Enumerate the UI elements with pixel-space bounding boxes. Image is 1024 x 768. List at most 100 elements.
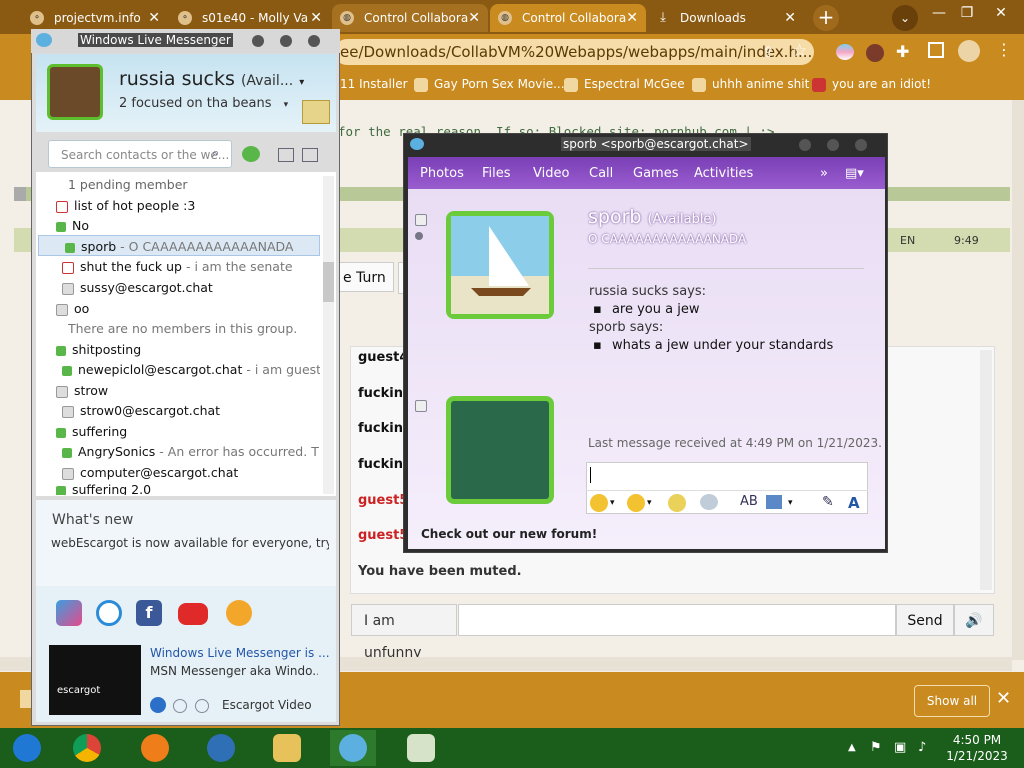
- puzzle-icon[interactable]: ✚: [896, 42, 909, 61]
- chevron-down-icon[interactable]: ▾: [284, 100, 289, 110]
- layout-icon[interactable]: [278, 148, 294, 162]
- close-window-button[interactable]: ✕: [990, 2, 1012, 24]
- group-header[interactable]: suffering: [56, 421, 346, 442]
- messenger-taskbar-button[interactable]: [330, 730, 376, 766]
- nudge-icon[interactable]: [668, 494, 686, 512]
- scroll-left-icon[interactable]: [14, 187, 26, 201]
- collapse-icon[interactable]: [415, 214, 427, 226]
- facebook-icon[interactable]: f: [136, 600, 162, 626]
- start-button[interactable]: [4, 730, 50, 766]
- contact-row[interactable]: computer@escargot.chat: [62, 462, 352, 483]
- contact-row[interactable]: newepiclol@escargot.chat - i am guest446…: [62, 359, 320, 380]
- handwriting-icon[interactable]: ✎: [822, 494, 834, 510]
- contact-row[interactable]: AngrySonics - An error has occurred. Thi…: [62, 441, 320, 462]
- close-window-button[interactable]: [855, 139, 867, 151]
- bookmark-item[interactable]: uhhh anime shit: [692, 77, 809, 92]
- whats-new-text[interactable]: webEscargot is now available for everyon…: [51, 536, 329, 550]
- personal-message[interactable]: 2 focused on tha beans ▾: [119, 96, 288, 111]
- group-header[interactable]: oo: [56, 298, 346, 319]
- flag-icon[interactable]: ⚑: [870, 740, 882, 755]
- search-input[interactable]: Search contacts or the we...: [48, 140, 232, 168]
- profile-extension-icon[interactable]: [866, 44, 884, 62]
- minimize-button[interactable]: —: [928, 2, 950, 24]
- chevron-up-icon[interactable]: ▲: [848, 742, 856, 753]
- tab-projectvm[interactable]: ⚬ projectvm.info ✕: [22, 4, 168, 32]
- chat-scrollbar[interactable]: [980, 350, 992, 590]
- bookmark-item[interactable]: Espectral McGee: [564, 77, 685, 92]
- network-icon[interactable]: ▣: [894, 740, 906, 755]
- send-button[interactable]: Send: [896, 604, 954, 636]
- contact-list-scrollbar[interactable]: [323, 176, 334, 494]
- menu-icon[interactable]: [302, 148, 318, 162]
- close-icon[interactable]: ✕: [310, 10, 322, 26]
- escargot-icon[interactable]: [96, 600, 122, 626]
- wink-icon[interactable]: [627, 494, 645, 512]
- address-bar[interactable]: ee/Downloads/CollabVM%20Webapps/webapps/…: [334, 39, 814, 65]
- speaker-icon[interactable]: ♪: [918, 740, 926, 755]
- chevron-down-icon[interactable]: ▾: [647, 498, 652, 508]
- tab-downloads[interactable]: ⤓ Downloads ✕: [648, 4, 804, 32]
- close-icon[interactable]: ✕: [468, 10, 480, 26]
- username-button[interactable]: I am unfunny: [351, 604, 457, 661]
- contact-row[interactable]: shut the fuck up - i am the senate: [62, 256, 352, 277]
- new-tab-button[interactable]: +: [813, 5, 839, 31]
- system-clock[interactable]: 4:50 PM 1/21/2023: [944, 732, 1010, 764]
- bookmark-item[interactable]: 11 Installer: [340, 77, 408, 91]
- menu-files[interactable]: Files: [482, 166, 511, 181]
- contact-avatar[interactable]: [446, 211, 554, 319]
- avatar[interactable]: [958, 40, 980, 62]
- voice-clip-icon[interactable]: [700, 494, 718, 510]
- sidebar-icon[interactable]: [928, 42, 944, 58]
- bookmark-item[interactable]: Gay Porn Sex Movie...: [414, 77, 565, 92]
- app-taskbar-button[interactable]: [198, 730, 244, 766]
- close-icon[interactable]: ✕: [626, 10, 638, 26]
- contact-row-sporb[interactable]: sporb - O CAAAAAAAAAAAANADA: [38, 235, 320, 256]
- youtube-icon[interactable]: [178, 603, 208, 625]
- options-icon[interactable]: ▤▾: [845, 166, 864, 181]
- share-icon[interactable]: ⇪: [762, 43, 775, 61]
- pending-member-note[interactable]: 1 pending member: [68, 174, 358, 195]
- explorer-taskbar-button[interactable]: [264, 730, 310, 766]
- group-header[interactable]: list of hot people :3: [56, 195, 346, 216]
- chevron-down-icon[interactable]: ▾: [610, 498, 615, 508]
- dot-icon[interactable]: [415, 232, 423, 240]
- menu-photos[interactable]: Photos: [420, 166, 464, 181]
- volume-icon[interactable]: 🔊: [954, 604, 994, 636]
- collapse-icon[interactable]: [415, 400, 427, 412]
- text-format-icon[interactable]: A: [848, 494, 860, 512]
- video-thumbnail[interactable]: escargot: [49, 645, 141, 715]
- chevron-down-icon[interactable]: ▾: [788, 498, 793, 508]
- avatar[interactable]: [47, 64, 103, 120]
- contact-row[interactable]: strow0@escargot.chat: [62, 400, 352, 421]
- close-icon[interactable]: ✕: [784, 10, 796, 26]
- add-contact-icon[interactable]: [242, 146, 260, 162]
- bookmark-item[interactable]: you are an idiot!: [812, 77, 931, 92]
- close-icon[interactable]: ✕: [148, 10, 160, 26]
- group-header[interactable]: suffering 2.0: [56, 483, 346, 495]
- close-window-button[interactable]: [308, 35, 320, 47]
- maximize-button[interactable]: [827, 139, 839, 151]
- emoticon-icon[interactable]: [590, 494, 608, 512]
- chevron-down-icon[interactable]: ⌄: [892, 5, 918, 31]
- next-icon[interactable]: [195, 699, 209, 713]
- minimize-button[interactable]: [252, 35, 264, 47]
- group-header[interactable]: shitposting: [56, 339, 346, 360]
- tab-control-collab-2[interactable]: ◍ Control Collabora ✕: [490, 4, 646, 32]
- minimize-button[interactable]: [799, 139, 811, 151]
- font-icon[interactable]: AB: [740, 494, 758, 509]
- previous-icon[interactable]: [173, 699, 187, 713]
- video-title[interactable]: Windows Live Messenger is ...: [150, 646, 330, 660]
- menu-call[interactable]: Call: [589, 166, 613, 181]
- image-icon[interactable]: [766, 495, 782, 509]
- contact-row[interactable]: sussy@escargot.chat: [62, 277, 352, 298]
- user-avatar[interactable]: [446, 396, 554, 504]
- maximize-button[interactable]: [280, 35, 292, 47]
- search-icon[interactable]: ⌕: [212, 146, 219, 161]
- play-icon[interactable]: [150, 697, 166, 713]
- menu-games[interactable]: Games: [633, 166, 678, 181]
- tab-control-collab-1[interactable]: ◍ Control Collabora ✕: [332, 4, 488, 32]
- kebab-menu-icon[interactable]: ⋮: [996, 40, 1012, 59]
- page-scrollbar-vertical[interactable]: [1012, 100, 1024, 660]
- close-icon[interactable]: ✕: [996, 688, 1011, 709]
- chevron-down-icon[interactable]: ▾: [299, 77, 304, 88]
